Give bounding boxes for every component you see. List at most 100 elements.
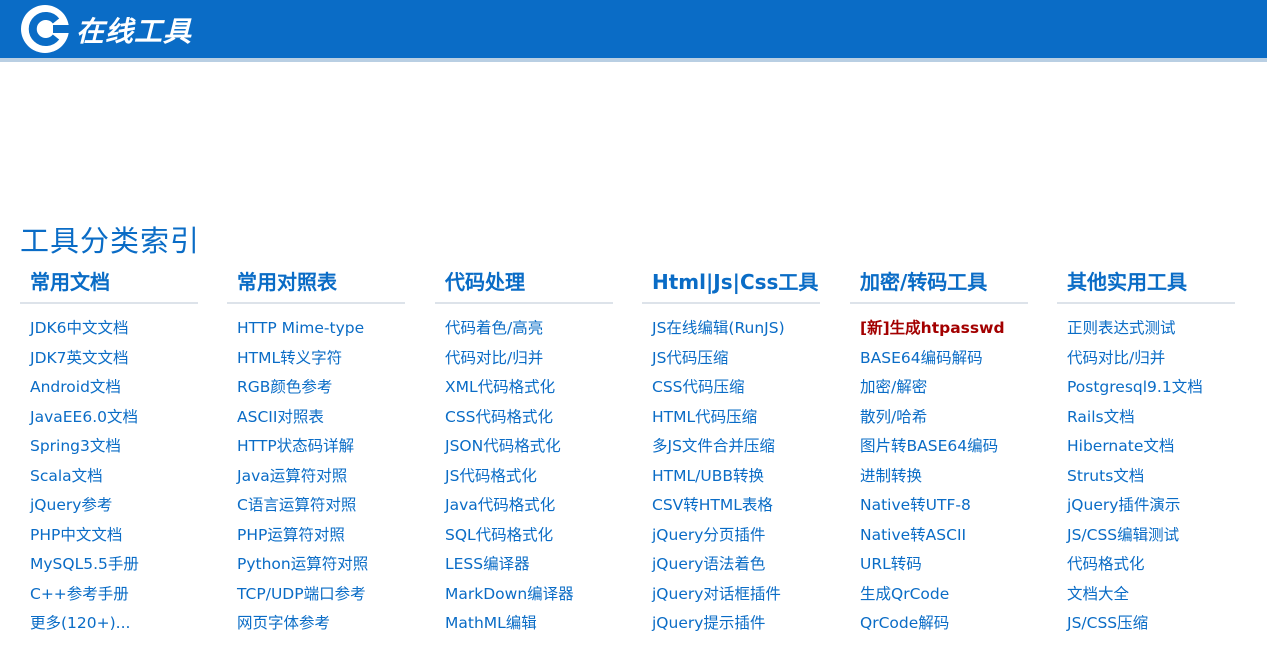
- tool-link[interactable]: Spring3文档: [30, 437, 121, 455]
- tool-link[interactable]: JS/CSS压缩: [1067, 614, 1148, 632]
- logo-text[interactable]: 在线工具: [76, 10, 192, 50]
- tool-link[interactable]: JS代码压缩: [652, 349, 728, 367]
- tool-link[interactable]: HTTP Mime-type: [237, 319, 364, 337]
- tool-link[interactable]: JDK7英文文档: [30, 349, 129, 367]
- list-item: URL转码: [860, 550, 1028, 580]
- list-item: JDK6中文文档: [30, 314, 198, 344]
- tool-link[interactable]: PHP运算符对照: [237, 526, 345, 544]
- list-item: RGB颜色参考: [237, 373, 405, 403]
- list-item: CSS代码格式化: [445, 403, 613, 433]
- tool-link[interactable]: 图片转BASE64编码: [860, 437, 998, 455]
- tool-link[interactable]: 文档大全: [1067, 585, 1129, 603]
- tool-link[interactable]: MySQL5.5手册: [30, 555, 139, 573]
- tool-link[interactable]: URL转码: [860, 555, 922, 573]
- tool-link[interactable]: JS代码格式化: [445, 467, 537, 485]
- link-list: JDK6中文文档 JDK7英文文档 Android文档 JavaEE6.0文档 …: [20, 304, 198, 639]
- tool-link[interactable]: C++参考手册: [30, 585, 129, 603]
- tool-link[interactable]: HTML转义字符: [237, 349, 342, 367]
- tool-link[interactable]: ASCII对照表: [237, 408, 324, 426]
- list-item: 代码对比/归并: [1067, 344, 1235, 374]
- tool-link[interactable]: jQuery对话框插件: [652, 585, 781, 603]
- tool-link[interactable]: 代码格式化: [1067, 555, 1145, 573]
- tool-link[interactable]: Scala文档: [30, 467, 103, 485]
- list-item: jQuery插件演示: [1067, 491, 1235, 521]
- tool-link[interactable]: HTML代码压缩: [652, 408, 757, 426]
- tool-link[interactable]: jQuery分页插件: [652, 526, 765, 544]
- list-item: QrCode解码: [860, 609, 1028, 639]
- list-item: JS代码压缩: [652, 344, 820, 374]
- tool-link[interactable]: 代码对比/归并: [445, 349, 543, 367]
- list-item: Scala文档: [30, 462, 198, 492]
- tool-link[interactable]: jQuery语法着色: [652, 555, 765, 573]
- list-item: Android文档: [30, 373, 198, 403]
- list-item: JS在线编辑(RunJS): [652, 314, 820, 344]
- list-item: Java运算符对照: [237, 462, 405, 492]
- tool-link[interactable]: XML代码格式化: [445, 378, 555, 396]
- tool-link[interactable]: MarkDown编译器: [445, 585, 574, 603]
- list-item: TCP/UDP端口参考: [237, 580, 405, 610]
- tool-link[interactable]: JS/CSS编辑测试: [1067, 526, 1179, 544]
- column-title: 加密/转码工具: [850, 266, 1028, 304]
- list-item: 进制转换: [860, 462, 1028, 492]
- more-link[interactable]: 更多(120+)...: [30, 614, 130, 632]
- tool-link[interactable]: 代码着色/高亮: [445, 319, 543, 337]
- tool-link[interactable]: Struts文档: [1067, 467, 1144, 485]
- tool-link[interactable]: JDK6中文文档: [30, 319, 129, 337]
- tool-link[interactable]: Postgresql9.1文档: [1067, 378, 1203, 396]
- list-item: [新]生成htpasswd: [860, 314, 1028, 344]
- tool-link[interactable]: LESS编译器: [445, 555, 530, 573]
- tool-link[interactable]: 加密/解密: [860, 378, 927, 396]
- tool-link[interactable]: 代码对比/归并: [1067, 349, 1165, 367]
- tool-link[interactable]: BASE64编码解码: [860, 349, 983, 367]
- list-item: jQuery提示插件: [652, 609, 820, 639]
- tool-link[interactable]: CSS代码压缩: [652, 378, 745, 396]
- list-item: 代码格式化: [1067, 550, 1235, 580]
- tool-link[interactable]: PHP中文文档: [30, 526, 122, 544]
- tool-link[interactable]: MathML编辑: [445, 614, 537, 632]
- tool-link[interactable]: 网页字体参考: [237, 614, 330, 632]
- list-item: Python运算符对照: [237, 550, 405, 580]
- tool-link[interactable]: Rails文档: [1067, 408, 1135, 426]
- tool-link[interactable]: HTTP状态码详解: [237, 437, 354, 455]
- tool-link[interactable]: Python运算符对照: [237, 555, 368, 573]
- tool-link[interactable]: CSS代码格式化: [445, 408, 553, 426]
- category-column-web: Html|Js|Css工具 JS在线编辑(RunJS) JS代码压缩 CSS代码…: [642, 266, 820, 639]
- section-title: 工具分类索引: [20, 224, 201, 258]
- tool-link[interactable]: RGB颜色参考: [237, 378, 332, 396]
- tool-link[interactable]: Java代码格式化: [445, 496, 555, 514]
- list-item: JSON代码格式化: [445, 432, 613, 462]
- link-list: 代码着色/高亮 代码对比/归并 XML代码格式化 CSS代码格式化 JSON代码…: [435, 304, 613, 639]
- list-item: jQuery参考: [30, 491, 198, 521]
- tool-link[interactable]: jQuery插件演示: [1067, 496, 1180, 514]
- tool-link[interactable]: CSV转HTML表格: [652, 496, 773, 514]
- tool-link[interactable]: 进制转换: [860, 467, 922, 485]
- tool-link[interactable]: QrCode解码: [860, 614, 949, 632]
- logo-icon[interactable]: [20, 4, 70, 54]
- new-tool-link[interactable]: [新]生成htpasswd: [860, 319, 1005, 337]
- tool-link[interactable]: SQL代码格式化: [445, 526, 553, 544]
- list-item: C++参考手册: [30, 580, 198, 610]
- column-title: 常用文档: [20, 266, 198, 304]
- tool-link[interactable]: 正则表达式测试: [1067, 319, 1176, 337]
- tool-link[interactable]: JavaEE6.0文档: [30, 408, 138, 426]
- tool-link[interactable]: HTML/UBB转换: [652, 467, 764, 485]
- tool-link[interactable]: jQuery参考: [30, 496, 112, 514]
- tool-link[interactable]: Java运算符对照: [237, 467, 347, 485]
- tool-link[interactable]: JS在线编辑(RunJS): [652, 319, 785, 337]
- tool-link[interactable]: Android文档: [30, 378, 121, 396]
- tool-link[interactable]: TCP/UDP端口参考: [237, 585, 366, 603]
- list-item: jQuery对话框插件: [652, 580, 820, 610]
- tool-link[interactable]: Native转UTF-8: [860, 496, 971, 514]
- tool-link[interactable]: jQuery提示插件: [652, 614, 765, 632]
- tool-link[interactable]: 生成QrCode: [860, 585, 949, 603]
- tool-link[interactable]: C语言运算符对照: [237, 496, 356, 514]
- tool-link[interactable]: JSON代码格式化: [445, 437, 561, 455]
- list-item: HTTP Mime-type: [237, 314, 405, 344]
- list-item: MathML编辑: [445, 609, 613, 639]
- tool-link[interactable]: 多JS文件合并压缩: [652, 437, 775, 455]
- tool-link[interactable]: Native转ASCII: [860, 526, 966, 544]
- tool-link[interactable]: Hibernate文档: [1067, 437, 1174, 455]
- list-item: JDK7英文文档: [30, 344, 198, 374]
- tool-link[interactable]: 散列/哈希: [860, 408, 927, 426]
- list-item: HTML代码压缩: [652, 403, 820, 433]
